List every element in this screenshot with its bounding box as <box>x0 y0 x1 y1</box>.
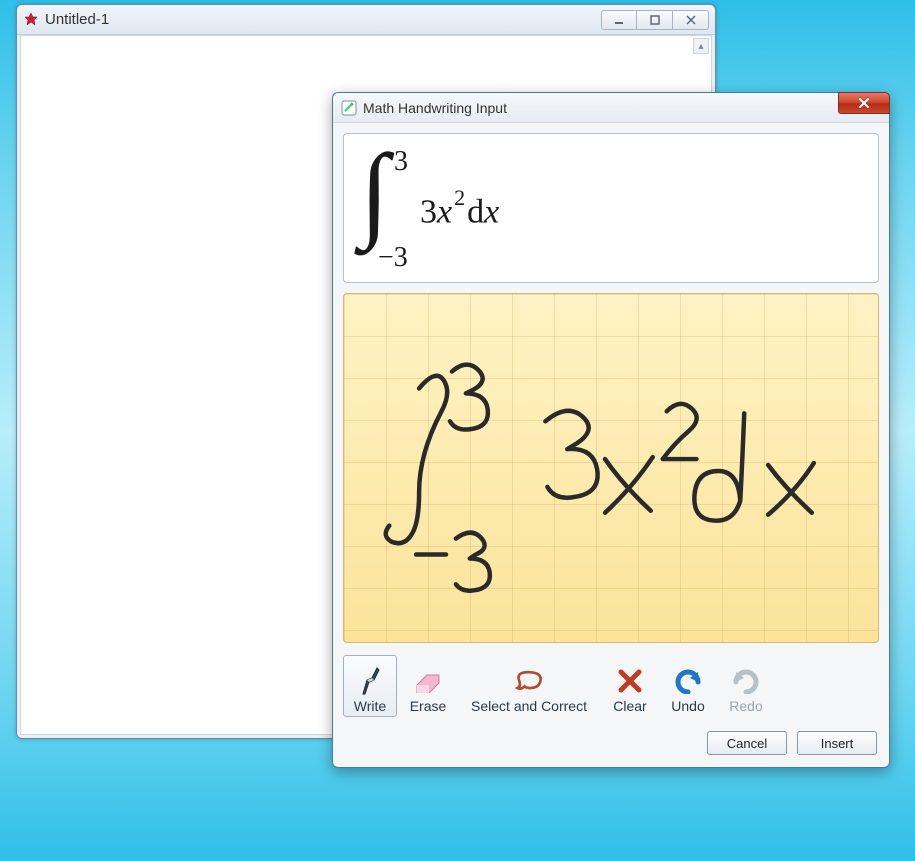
handwriting-canvas[interactable] <box>343 293 879 643</box>
eraser-icon <box>413 666 443 696</box>
clear-icon <box>615 666 645 696</box>
lower-limit: −3 <box>378 242 408 274</box>
background-window-controls <box>601 10 709 30</box>
undo-icon <box>673 666 703 696</box>
cancel-button[interactable]: Cancel <box>707 731 787 755</box>
undo-tool[interactable]: Undo <box>661 655 715 717</box>
power: 2 <box>454 185 465 210</box>
pen-icon <box>355 666 385 696</box>
redo-label: Redo <box>729 698 762 714</box>
dialog-footer: Cancel Insert <box>333 725 889 767</box>
erase-label: Erase <box>410 698 447 714</box>
integral-symbol: ∫ 3 −3 <box>360 148 406 268</box>
scroll-up-button[interactable]: ▴ <box>693 38 709 54</box>
dialog-close-button[interactable] <box>838 92 890 114</box>
mathematica-icon <box>23 12 39 28</box>
erase-tool[interactable]: Erase <box>401 655 455 717</box>
select-correct-tool[interactable]: Select and Correct <box>459 655 599 717</box>
ink-strokes <box>344 294 878 642</box>
math-handwriting-dialog: Math Handwriting Input ∫ 3 −3 3x2dx <box>332 92 890 768</box>
write-tool[interactable]: Write <box>343 655 397 717</box>
clear-tool[interactable]: Clear <box>603 655 657 717</box>
redo-tool[interactable]: Redo <box>719 655 773 717</box>
clear-label: Clear <box>613 698 646 714</box>
lasso-icon <box>514 666 544 696</box>
background-window-titlebar[interactable]: Untitled-1 <box>17 5 715 35</box>
recognized-expression: ∫ 3 −3 3x2dx <box>360 148 499 268</box>
handwriting-toolbar: Write Erase Select and Correct <box>343 653 879 717</box>
undo-label: Undo <box>671 698 704 714</box>
upper-limit: 3 <box>394 146 408 178</box>
background-window-title: Untitled-1 <box>45 11 109 28</box>
redo-icon <box>731 666 761 696</box>
recognition-preview: ∫ 3 −3 3x2dx <box>343 133 879 283</box>
dialog-titlebar[interactable]: Math Handwriting Input <box>333 93 889 123</box>
minimize-button[interactable] <box>601 10 637 30</box>
write-label: Write <box>354 698 386 714</box>
select-correct-label: Select and Correct <box>471 698 587 714</box>
handwriting-icon <box>341 100 357 116</box>
insert-button[interactable]: Insert <box>797 731 877 755</box>
differential-var: x <box>484 193 499 230</box>
differential-d: d <box>467 193 484 230</box>
close-button[interactable] <box>673 10 709 30</box>
dialog-title: Math Handwriting Input <box>363 100 507 116</box>
variable: x <box>437 193 452 230</box>
coeff: 3 <box>420 193 437 230</box>
maximize-button[interactable] <box>637 10 673 30</box>
